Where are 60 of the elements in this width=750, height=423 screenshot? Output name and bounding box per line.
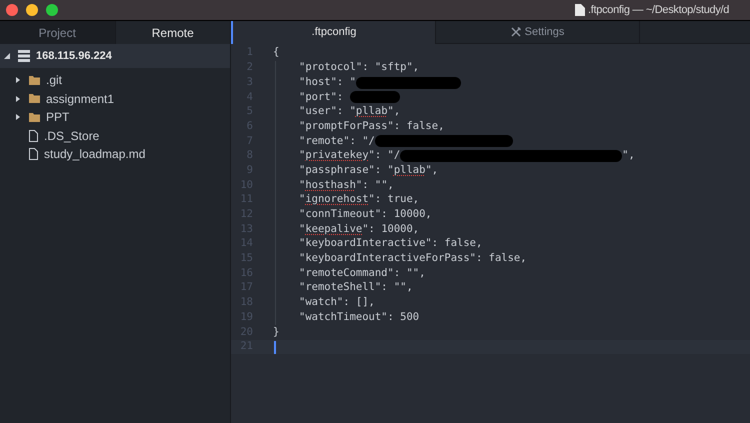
- panel-tab[interactable]: Project: [0, 21, 116, 44]
- code-text: "remoteShell": "",: [299, 280, 413, 296]
- code-text: "port":: [299, 90, 344, 105]
- code-text: ",: [622, 148, 635, 164]
- code-text: "keyboardInteractive": false,: [299, 236, 482, 252]
- folder-icon: [29, 76, 40, 85]
- folder-icon: [29, 94, 40, 104]
- editor-tab[interactable]: Settings: [435, 21, 639, 44]
- code-text: ": "/: [368, 148, 400, 164]
- code-text: "protocol": "sftp",: [299, 60, 420, 76]
- code-text: "watch": [],: [299, 295, 375, 310]
- tree-item[interactable]: assignment1: [46, 90, 114, 108]
- code-text: ": [299, 178, 306, 193]
- tree-row[interactable]: 168.115.96.224: [0, 44, 230, 68]
- code-text: ": true,: [368, 192, 420, 208]
- misspelled-word: privatekey: [305, 148, 369, 164]
- code-text: }: [273, 324, 280, 340]
- tools-icon: [510, 27, 521, 37]
- code-text: ",: [425, 162, 438, 178]
- server-icon: [18, 50, 30, 62]
- folder-icon: [29, 112, 40, 122]
- misspelled-word: hosthash: [305, 178, 356, 193]
- caret-icon[interactable]: [15, 77, 21, 84]
- tree-item[interactable]: .DS_Store: [44, 126, 100, 145]
- document-icon: [575, 4, 585, 16]
- caret-icon[interactable]: [15, 96, 21, 102]
- window-title: .ftpconfig — ~/Desktop/study/d: [588, 2, 730, 18]
- code-text: "remoteCommand": "",: [299, 266, 426, 281]
- code-text: ": [299, 148, 306, 164]
- code-text: ": "",: [356, 178, 394, 193]
- redaction-bar: [350, 91, 400, 104]
- file-icon: [29, 148, 38, 160]
- misspelled-word: pllab: [356, 104, 388, 120]
- code-text: "user": ": [299, 104, 356, 120]
- code-text: "passphrase": ": [299, 162, 394, 178]
- code-text: ": [299, 192, 306, 208]
- code-text: "host": ": [299, 74, 356, 90]
- misspelled-word: keepalive: [305, 222, 362, 237]
- text-cursor: [274, 340, 276, 354]
- maximize-button[interactable]: [46, 4, 58, 16]
- minimize-button[interactable]: [26, 4, 38, 16]
- close-button[interactable]: [6, 4, 18, 16]
- misspelled-word: pllab: [394, 162, 426, 178]
- tree-item[interactable]: PPT: [46, 108, 70, 126]
- code-text: ": [299, 222, 306, 237]
- editor-tab[interactable]: .ftpconfig: [231, 21, 435, 44]
- tree-item[interactable]: .git: [46, 71, 62, 90]
- code-text: "keyboardInteractiveForPass": false,: [299, 251, 527, 266]
- file-icon: [29, 130, 38, 142]
- caret-icon[interactable]: [4, 53, 10, 59]
- tree-item[interactable]: study_loadmap.md: [44, 145, 146, 164]
- code-text: "watchTimeout": 500: [299, 310, 420, 325]
- misspelled-word: ignorehost: [305, 192, 369, 208]
- code-text: "promptForPass": false,: [299, 118, 444, 134]
- code-text: "connTimeout": 10000,: [299, 207, 432, 222]
- code-text: ": 10000,: [362, 222, 420, 237]
- code-text: ",: [388, 104, 400, 120]
- code-text: {: [273, 45, 280, 60]
- caret-icon[interactable]: [15, 114, 21, 120]
- code-text: "remote": "/: [299, 134, 375, 149]
